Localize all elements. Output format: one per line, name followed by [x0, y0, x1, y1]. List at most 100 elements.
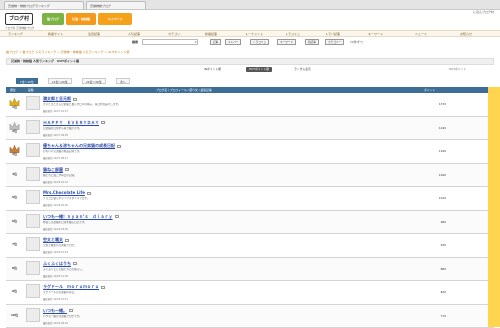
- right-highlight-column: [488, 87, 500, 327]
- blog-title-link[interactable]: 空太と颯太: [43, 237, 69, 243]
- table-row: 4位 猫ねこ部屋 猫たちと過ごす毎日の記録。 最終更新 12/26 22:14 …: [6, 164, 494, 188]
- nav-item-new-sites[interactable]: 新着サイト: [48, 32, 63, 37]
- nav-item-trackback[interactable]: トラバ記事: [325, 32, 340, 37]
- rank-label: 1位: [8, 105, 21, 109]
- search-button-articles[interactable]: 記事: [210, 39, 221, 45]
- rank-label: 3位: [8, 152, 21, 156]
- blog-thumbnail[interactable]: [26, 308, 40, 322]
- search-label: 検索: [132, 40, 138, 44]
- blog-points: 880: [416, 267, 446, 271]
- range-tab-21-30[interactable]: 21位〜30位: [82, 78, 106, 84]
- search-per-page[interactable]: 10件ずつ: [350, 40, 363, 44]
- blog-title-text: ＨＡＰＰＹ ＥＶＥＲＹＤＡＹ: [43, 120, 99, 125]
- brand-seg-mypage[interactable]: マイページ: [98, 13, 132, 25]
- blog-thumbnail[interactable]: [26, 284, 40, 298]
- blog-description: ラグドールの兄弟猫の毎日。: [43, 291, 423, 294]
- blog-description: 猫たちと過ごす毎日の記録。: [43, 174, 423, 177]
- nav-item-featured[interactable]: 注目記事: [88, 32, 100, 37]
- blog-updated: 最終更新 12/27 10:37: [43, 109, 423, 113]
- blog-points: 1240: [416, 126, 446, 130]
- blog-badge-icon: [117, 145, 121, 148]
- browser-tab-label: 兄弟姉・姉妹ブログランキング: [8, 4, 50, 8]
- blog-title-link[interactable]: ＨＡＰＰＹ ＥＶＥＲＹＤＡＹ: [43, 120, 105, 126]
- blog-thumbnail[interactable]: [26, 214, 40, 228]
- range-tab-11-20[interactable]: 11位〜20位: [48, 78, 72, 84]
- blog-points: 770: [416, 314, 446, 318]
- table-row: 9位 ラグドール ｍｏｒｕｍｏｒｕ ラグドールの兄弟猫の毎日。 最終更新 12/…: [6, 281, 494, 305]
- table-row: 3位 優ちゃん＆涼ちゃんの兄弟猫の成長日記 かわいい兄弟猫の成長記録です。 最終…: [6, 140, 494, 164]
- brand-seg-siblings[interactable]: 兄弟・姉妹編: [66, 13, 96, 25]
- blog-title-text: いつも一緒。: [43, 308, 67, 313]
- page-title: 兄弟姉・姉妹猫 人気ランキング OUTポイント順: [6, 58, 494, 65]
- blog-thumbnail[interactable]: [26, 120, 40, 134]
- range-tab-1-10[interactable]: 1位〜10位: [16, 78, 38, 84]
- top-links[interactable]: にほんブログ村: [473, 10, 494, 14]
- blog-description: 仲良し兄弟猫の日常を綴る日記です。: [43, 221, 423, 224]
- blog-thumbnail[interactable]: [26, 237, 40, 251]
- nav-item-notice[interactable]: お知らせ: [460, 32, 472, 37]
- nav-item-popular[interactable]: 人気記事: [128, 32, 140, 37]
- search-button-new-articles[interactable]: 新記事: [305, 39, 319, 45]
- blog-thumbnail[interactable]: [26, 190, 40, 204]
- search-button-keyword[interactable]: キーワード: [277, 39, 296, 45]
- blog-title-link[interactable]: Mrs.Chocolate Life: [43, 190, 91, 195]
- nav-item-ranking[interactable]: ランキング: [8, 32, 23, 37]
- browser-tab-1[interactable]: 兄弟姉・姉妹ブログランキング: [4, 1, 84, 9]
- rank-label: 6位: [8, 219, 21, 223]
- rank-label: 9位: [8, 289, 21, 293]
- blog-points: 930: [416, 243, 446, 247]
- blog-title-link[interactable]: ふくふくはうち: [43, 261, 77, 267]
- blog-title-link[interactable]: ラグドール ｍｏｒｕｍｏｒｕ: [43, 284, 105, 290]
- browser-tab-label: 兄弟姉妹ブログ: [90, 4, 111, 8]
- search-button-members[interactable]: メンバー: [225, 39, 241, 45]
- blog-thumbnail[interactable]: [26, 167, 40, 181]
- blog-badge-icon: [87, 192, 91, 195]
- nav-item-tracom[interactable]: トラコミュ: [285, 32, 300, 37]
- blog-badge-icon: [69, 309, 73, 312]
- sort-out-points[interactable]: OUTポイント順: [246, 67, 272, 72]
- blog-points: 1190: [416, 149, 446, 153]
- nav-item-category[interactable]: カテゴリ: [168, 32, 180, 37]
- blog-title-link[interactable]: 満太郎と旦元郎: [43, 96, 77, 102]
- brand-seg-label: 猫ブログ: [47, 17, 59, 21]
- nav-item-tournament[interactable]: トーナメント: [245, 32, 263, 37]
- search-input[interactable]: [142, 39, 198, 45]
- blog-updated: 最終更新 12/26 12:09: [43, 274, 423, 278]
- brand-seg-cat[interactable]: 猫ブログ: [42, 13, 64, 25]
- sort-right-note: OUTポイント: [446, 67, 469, 72]
- blog-thumbnail[interactable]: [26, 143, 40, 157]
- blog-title-link[interactable]: いつも一緒！ｎｙａｎ’ｓ ｄｉａｒｙ: [43, 214, 119, 220]
- blog-badge-icon: [65, 239, 69, 242]
- nav-item-new-articles[interactable]: 新着記事: [205, 32, 217, 37]
- sort-in-points[interactable]: INポイント順: [201, 67, 224, 72]
- blog-title-link[interactable]: 優ちゃん＆涼ちゃんの兄弟猫の成長日記: [43, 143, 121, 149]
- blog-title-link[interactable]: 猫ねこ部屋: [43, 167, 69, 173]
- search-button-category[interactable]: カテゴリー: [325, 39, 344, 45]
- rank-label: 4位: [8, 172, 21, 176]
- blog-description: ふくふくとした猫たちとの暮らし。: [43, 268, 423, 271]
- browser-tab-2[interactable]: 兄弟姉妹ブログ: [86, 1, 146, 9]
- blog-points: 820: [416, 290, 446, 294]
- chevron-down-icon[interactable]: ▾: [195, 40, 197, 44]
- blog-thumbnail[interactable]: [26, 96, 40, 110]
- sort-random[interactable]: ランダム表示: [291, 67, 314, 72]
- blog-description: かわいい兄弟猫の成長記録です。: [43, 150, 423, 153]
- range-tab-next[interactable]: 次へ: [116, 78, 130, 84]
- blog-updated: 最終更新 12/26 10:51: [43, 297, 423, 301]
- top-link-label: にほんブログ村: [473, 10, 494, 14]
- nav-item-keyword[interactable]: キーワード: [368, 32, 383, 37]
- blog-updated: 最終更新 12/26 20:02: [43, 203, 423, 207]
- range-tabs: 1位〜10位 11位〜20位 21位〜30位 次へ: [6, 78, 486, 85]
- site-logo[interactable]: ブログ村: [5, 13, 33, 25]
- blog-points: 1090: [416, 173, 446, 177]
- breadcrumb[interactable]: 猫ブログ > 猫ブログ 人気ランキング > 兄弟姉・姉妹猫 人気ランキング > …: [6, 50, 129, 54]
- nav-item-news[interactable]: ニュース: [415, 32, 427, 37]
- blog-updated: 最終更新 12/27 08:11: [43, 156, 423, 160]
- blog-description: さいたまとまる兄弟猫と暮らす日々の様子。毎日をお届けします。: [43, 103, 423, 106]
- rank-label: 5位: [8, 195, 21, 199]
- blog-title-link[interactable]: いつも一緒。: [43, 308, 73, 314]
- search-button-tracom[interactable]: トラコミュ: [250, 39, 269, 45]
- sort-bar: INポイント順 OUTポイント順 ランダム表示 OUTポイント: [6, 66, 494, 72]
- blog-thumbnail[interactable]: [26, 261, 40, 275]
- blog-badge-icon: [101, 121, 105, 124]
